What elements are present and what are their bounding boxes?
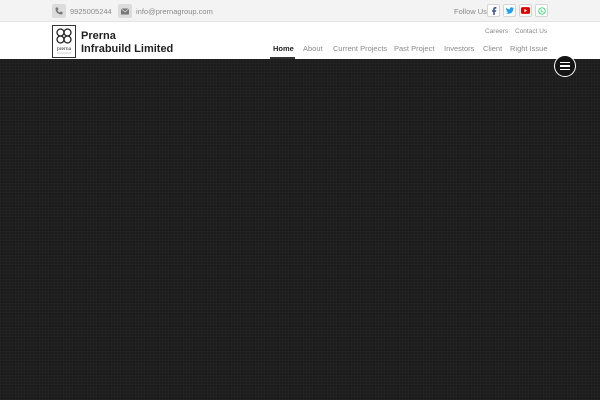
menu-bar xyxy=(560,65,570,67)
menu-bar xyxy=(560,68,570,71)
phone-icon xyxy=(52,4,66,18)
menu-bar xyxy=(560,61,570,64)
nav-home[interactable]: Home xyxy=(273,44,294,53)
nav-right-issue[interactable]: Right Issue xyxy=(510,44,548,53)
nav-investors[interactable]: Investors xyxy=(444,44,474,53)
nav-current-projects[interactable]: Current Projects xyxy=(333,44,387,53)
top-bar: 9925005244 info@prernagroup.com Follow U… xyxy=(0,0,600,22)
youtube-icon[interactable] xyxy=(519,4,532,17)
site-header: prerna Prerna Infrabuild Limited Careers… xyxy=(0,22,600,59)
hamburger-icon[interactable] xyxy=(554,55,576,77)
careers-link[interactable]: Careers xyxy=(485,28,508,35)
brand-line-2: Infrabuild Limited xyxy=(81,43,174,55)
email-contact[interactable]: info@prernagroup.com xyxy=(118,4,213,18)
phone-contact[interactable]: 9925005244 xyxy=(52,4,112,18)
phone-number[interactable]: 9925005244 xyxy=(70,7,112,16)
company-logo[interactable]: prerna xyxy=(52,25,76,58)
whatsapp-icon[interactable] xyxy=(535,4,548,17)
logo-wordmark: prerna xyxy=(57,46,72,52)
nav-client[interactable]: Client xyxy=(483,44,502,53)
hero-section xyxy=(0,59,600,400)
brand-line-1: Prerna xyxy=(81,30,116,42)
follow-us-label: Follow Us xyxy=(454,7,487,16)
nav-about[interactable]: About xyxy=(303,44,323,53)
twitter-icon[interactable] xyxy=(503,4,516,17)
nav-past-project[interactable]: Past Project xyxy=(394,44,434,53)
mail-icon xyxy=(118,4,132,18)
facebook-icon[interactable] xyxy=(487,4,500,17)
brand-name[interactable]: Prerna Infrabuild Limited xyxy=(81,30,173,56)
email-address[interactable]: info@prernagroup.com xyxy=(136,7,213,16)
contact-us-link[interactable]: Contact Us xyxy=(515,28,547,35)
